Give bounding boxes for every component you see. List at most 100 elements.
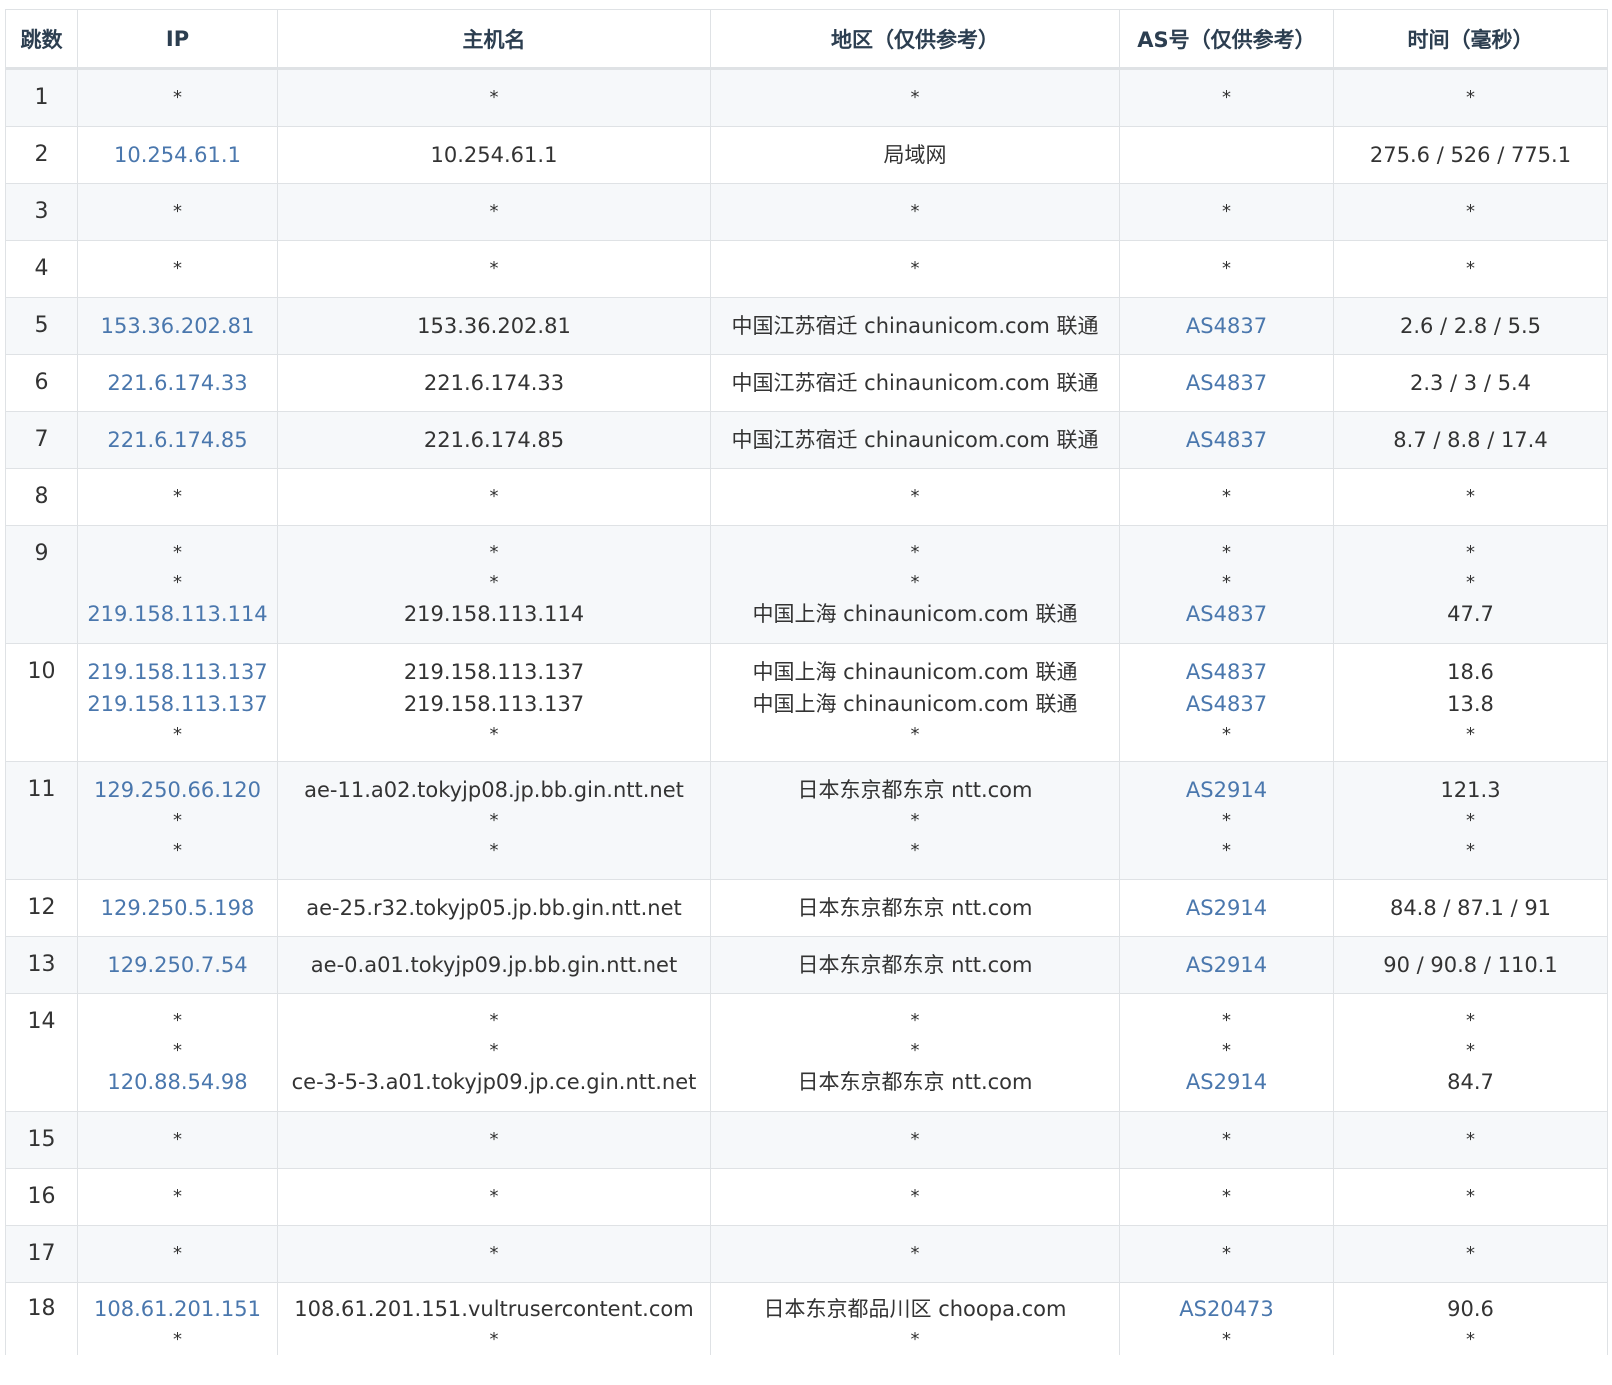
hostname-cell: ae-11.a02.tokyjp08.jp.bb.gin.ntt.net * * [277, 761, 711, 880]
empty-marker: * [489, 87, 499, 108]
empty-marker: * [489, 1329, 499, 1350]
empty-marker: * [173, 201, 182, 222]
ip-cell: * [77, 183, 278, 241]
time-cell: * * 84.7 [1333, 993, 1608, 1112]
ip-link[interactable]: 120.88.54.98 [78, 1066, 277, 1098]
ip-cell: 129.250.5.198 [77, 879, 278, 937]
empty-marker: * [489, 258, 499, 279]
hostname-text: 219.158.113.137 [403, 660, 585, 684]
empty-marker: * [173, 572, 182, 593]
table-row: 11 129.250.66.120 * * ae-11.a02.tokyjp08.jp.… [5, 761, 1608, 880]
time-cell: 8.7 / 8.8 / 17.4 [1333, 411, 1608, 469]
as-number-link[interactable]: AS2914 [1120, 774, 1333, 806]
ip-cell: * [77, 1225, 278, 1283]
time-text: 2.6 / 2.8 / 5.5 [1399, 314, 1542, 338]
ip-link[interactable]: 10.254.61.1 [78, 139, 277, 171]
empty-marker: * [173, 840, 182, 861]
ip-link[interactable]: 221.6.174.85 [78, 424, 277, 456]
ip-link[interactable]: 153.36.202.81 [78, 310, 277, 342]
hop-number: 18 [27, 1296, 56, 1321]
empty-marker: * [1466, 258, 1475, 279]
time-text: 2.3 / 3 / 5.4 [1409, 371, 1531, 395]
empty-marker: * [1466, 1129, 1475, 1150]
as-number-link[interactable]: AS4837 [1120, 598, 1333, 630]
as-number-link[interactable]: AS2914 [1120, 949, 1333, 981]
header-hop: 跳数 [5, 9, 78, 70]
time-cell: 18.6 13.8 * [1333, 643, 1608, 762]
hop-number: 6 [34, 370, 49, 395]
region-text: 日本东京都东京 ntt.com [797, 778, 1033, 802]
hop-cell: 6 [5, 354, 78, 412]
empty-marker: * [910, 1243, 920, 1264]
hop-cell: 4 [5, 240, 78, 298]
as-number-link[interactable]: AS2914 [1120, 892, 1333, 924]
table-row: 4 * * * * * [5, 240, 1608, 298]
table-row: 14 * * 120.88.54.98 * * ce-3-5-3.a01.tokyjp09.… [5, 993, 1608, 1112]
time-cell: 2.6 / 2.8 / 5.5 [1333, 297, 1608, 355]
region-cell: 日本东京都品川区 choopa.com * [710, 1282, 1120, 1355]
hop-number: 8 [34, 484, 49, 509]
header-as: AS号（仅供参考） [1119, 9, 1334, 70]
ip-link[interactable]: 219.158.113.137 [78, 688, 277, 720]
ip-link[interactable]: 129.250.7.54 [78, 949, 277, 981]
as-number-link[interactable]: AS4837 [1120, 424, 1333, 456]
as-number-link[interactable]: AS4837 [1120, 367, 1333, 399]
empty-marker: * [489, 542, 499, 563]
ip-cell: 129.250.7.54 [77, 936, 278, 994]
as-number-cell: * [1119, 1111, 1334, 1169]
empty-marker: * [910, 1329, 920, 1350]
traceroute-table-container: 跳数 IP 主机名 地区（仅供参考） AS号（仅供参考） 时间（毫秒） 1 * * *… [5, 9, 1608, 1355]
as-number-link[interactable]: AS4837 [1120, 656, 1333, 688]
as-number-link[interactable]: AS4837 [1120, 688, 1333, 720]
region-text: 中国江苏宿迁 chinaunicom.com 联通 [731, 371, 1099, 395]
hop-cell: 8 [5, 468, 78, 526]
hop-number: 13 [27, 952, 56, 977]
table-row: 16 * * * * * [5, 1168, 1608, 1226]
hostname-text: 221.6.174.33 [423, 371, 565, 395]
time-text: 8.7 / 8.8 / 17.4 [1393, 428, 1548, 452]
ip-link[interactable]: 108.61.201.151 [78, 1293, 277, 1325]
hop-cell: 2 [5, 126, 78, 184]
region-text: 日本东京都东京 ntt.com [797, 953, 1033, 977]
region-cell: 中国江苏宿迁 chinaunicom.com 联通 [710, 354, 1120, 412]
hop-cell: 11 [5, 761, 78, 880]
region-text: 中国上海 chinaunicom.com 联通 [752, 602, 1078, 626]
hop-cell: 18 [5, 1282, 78, 1355]
region-cell: 中国江苏宿迁 chinaunicom.com 联通 [710, 411, 1120, 469]
empty-marker: * [1222, 1129, 1231, 1150]
ip-cell: 221.6.174.33 [77, 354, 278, 412]
as-number-link[interactable]: AS20473 [1120, 1293, 1333, 1325]
region-cell: * * 中国上海 chinaunicom.com 联通 [710, 525, 1120, 644]
hostname-text: 153.36.202.81 [417, 314, 571, 338]
ip-link[interactable]: 129.250.66.120 [78, 774, 277, 806]
hop-cell: 15 [5, 1111, 78, 1169]
hostname-text: 108.61.201.151.vultrusercontent.com [294, 1297, 694, 1321]
ip-link[interactable]: 129.250.5.198 [78, 892, 277, 924]
ip-link[interactable]: 219.158.113.137 [78, 656, 277, 688]
ip-link[interactable]: 219.158.113.114 [78, 598, 277, 630]
empty-marker: * [910, 724, 920, 745]
as-number-link[interactable]: AS4837 [1120, 310, 1333, 342]
empty-marker: * [489, 1243, 499, 1264]
hostname-cell: 10.254.61.1 [277, 126, 711, 184]
hostname-cell: 108.61.201.151.vultrusercontent.com * [277, 1282, 711, 1355]
table-row: 7 221.6.174.85 221.6.174.85 中国江苏宿迁 chinauni… [5, 411, 1608, 469]
empty-marker: * [1222, 258, 1231, 279]
empty-marker: * [1466, 840, 1475, 861]
ip-link[interactable]: 221.6.174.33 [78, 367, 277, 399]
region-cell: 中国江苏宿迁 chinaunicom.com 联通 [710, 297, 1120, 355]
hostname-cell: * [277, 1225, 711, 1283]
empty-marker: * [1466, 1329, 1475, 1350]
empty-marker: * [173, 1129, 182, 1150]
ip-cell: 108.61.201.151 * [77, 1282, 278, 1355]
as-number-link[interactable]: AS2914 [1120, 1066, 1333, 1098]
time-cell: * [1333, 1111, 1608, 1169]
empty-marker: * [1466, 1243, 1475, 1264]
time-text: 275.6 / 526 / 775.1 [1369, 143, 1572, 167]
table-row: 6 221.6.174.33 221.6.174.33 中国江苏宿迁 chinauni… [5, 354, 1608, 412]
hop-cell: 3 [5, 183, 78, 241]
ip-cell: * [77, 468, 278, 526]
ip-cell: 221.6.174.85 [77, 411, 278, 469]
empty-marker: * [1222, 1329, 1231, 1350]
empty-marker: * [173, 1010, 182, 1031]
